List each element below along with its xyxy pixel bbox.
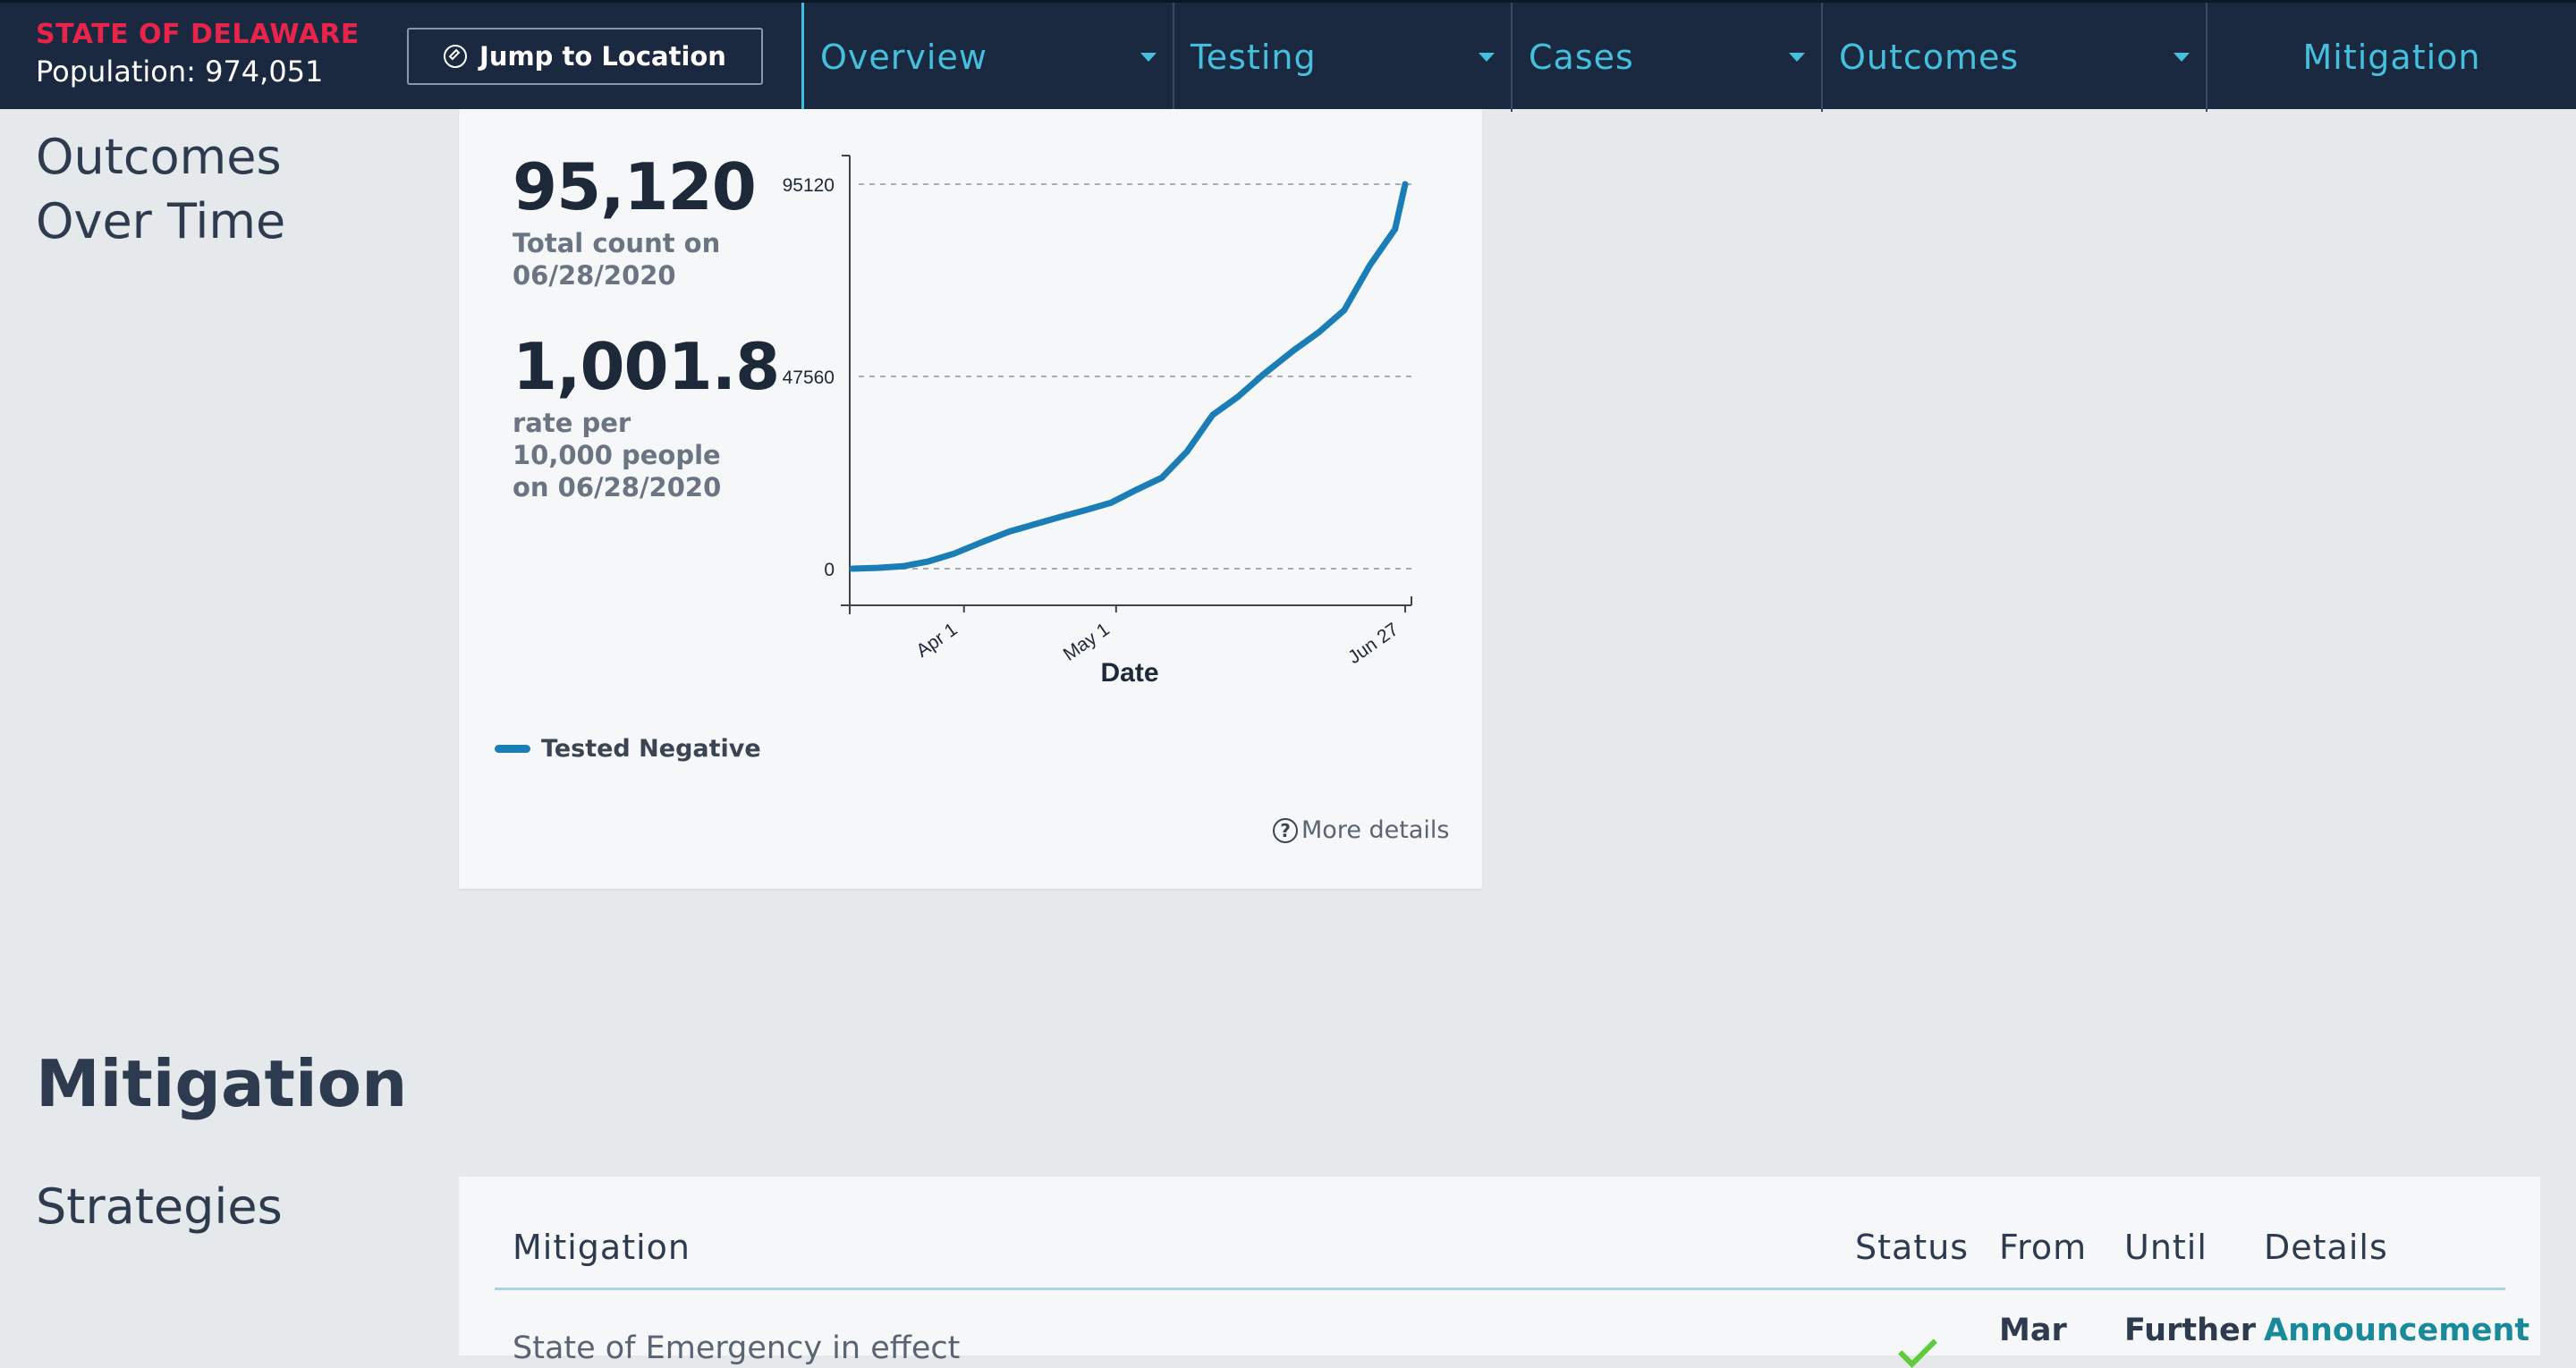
- chevron-down-icon[interactable]: [1479, 53, 1495, 62]
- column-header-status[interactable]: Status: [1855, 1228, 1969, 1267]
- strategies-heading: Strategies: [36, 1178, 283, 1235]
- mitigation-table: Mitigation Status From Until Details Sta…: [459, 1177, 2540, 1368]
- nav-tab-mitigation[interactable]: Mitigation: [2207, 3, 2576, 112]
- nav-tab-outcomes[interactable]: Outcomes: [1823, 3, 2207, 112]
- population-label: Population: 974,051: [36, 55, 324, 89]
- chart-legend: Tested Negative: [495, 735, 761, 763]
- outcomes-line-chart: 04756095120Apr 1 May 1 Jun 27Date: [783, 155, 1412, 688]
- nav-tab-label: Overview: [820, 38, 987, 77]
- y-tick-label: 47560: [783, 367, 835, 388]
- legend-label: Tested Negative: [541, 735, 761, 763]
- x-axis-label: Date: [1100, 658, 1158, 688]
- column-header-until[interactable]: Until: [2124, 1228, 2207, 1267]
- y-tick-label: 0: [824, 560, 835, 580]
- mitigation-heading: Mitigation: [36, 1046, 408, 1121]
- nav-tab-label: Testing: [1191, 38, 1317, 77]
- chevron-down-icon[interactable]: [1140, 53, 1157, 62]
- state-name: STATE OF DELAWARE: [36, 19, 360, 50]
- table-cell-until: Further: [2124, 1313, 2256, 1348]
- table-cell-from: Mar: [1999, 1313, 2067, 1348]
- nav-tab-testing[interactable]: Testing: [1174, 3, 1513, 112]
- more-details-link[interactable]: ? More details: [1273, 816, 1449, 844]
- nav-tab-cases[interactable]: Cases: [1513, 3, 1823, 112]
- more-details-label: More details: [1301, 816, 1450, 844]
- help-circle-icon: ?: [1273, 817, 1298, 843]
- outcomes-over-time-heading: Outcomes Over Time: [36, 129, 286, 249]
- table-cell-mitigation: State of Emergency in effect: [513, 1330, 961, 1366]
- x-tick-label: Apr 1: [912, 619, 961, 662]
- x-tick-label: Jun 27: [1344, 619, 1402, 668]
- chevron-down-icon[interactable]: [2174, 53, 2190, 62]
- outcomes-chart-card: 95,120 Total count on 06/28/2020 1,001.8…: [459, 109, 1482, 889]
- table-header-divider: [495, 1288, 2505, 1290]
- column-header-mitigation[interactable]: Mitigation: [513, 1228, 691, 1267]
- announcement-link[interactable]: Announcement: [2264, 1313, 2529, 1348]
- check-icon: [1898, 1329, 1937, 1368]
- y-tick-label: 95120: [783, 175, 835, 196]
- top-navigation-bar: STATE OF DELAWARE Population: 974,051 Ju…: [0, 0, 2576, 112]
- chevron-down-icon[interactable]: [1789, 53, 1805, 62]
- nav-tab-overview[interactable]: Overview: [804, 3, 1174, 112]
- nav-tab-label: Mitigation: [2302, 38, 2481, 77]
- nav-tab-label: Cases: [1529, 38, 1634, 77]
- nav-tab-label: Outcomes: [1839, 38, 2020, 77]
- legend-swatch: [495, 745, 530, 753]
- column-header-from[interactable]: From: [1999, 1228, 2087, 1267]
- column-header-details[interactable]: Details: [2264, 1228, 2388, 1267]
- jump-to-location-button[interactable]: Jump to Location: [407, 28, 763, 85]
- jump-to-location-label: Jump to Location: [479, 41, 726, 72]
- compass-icon: [444, 45, 468, 68]
